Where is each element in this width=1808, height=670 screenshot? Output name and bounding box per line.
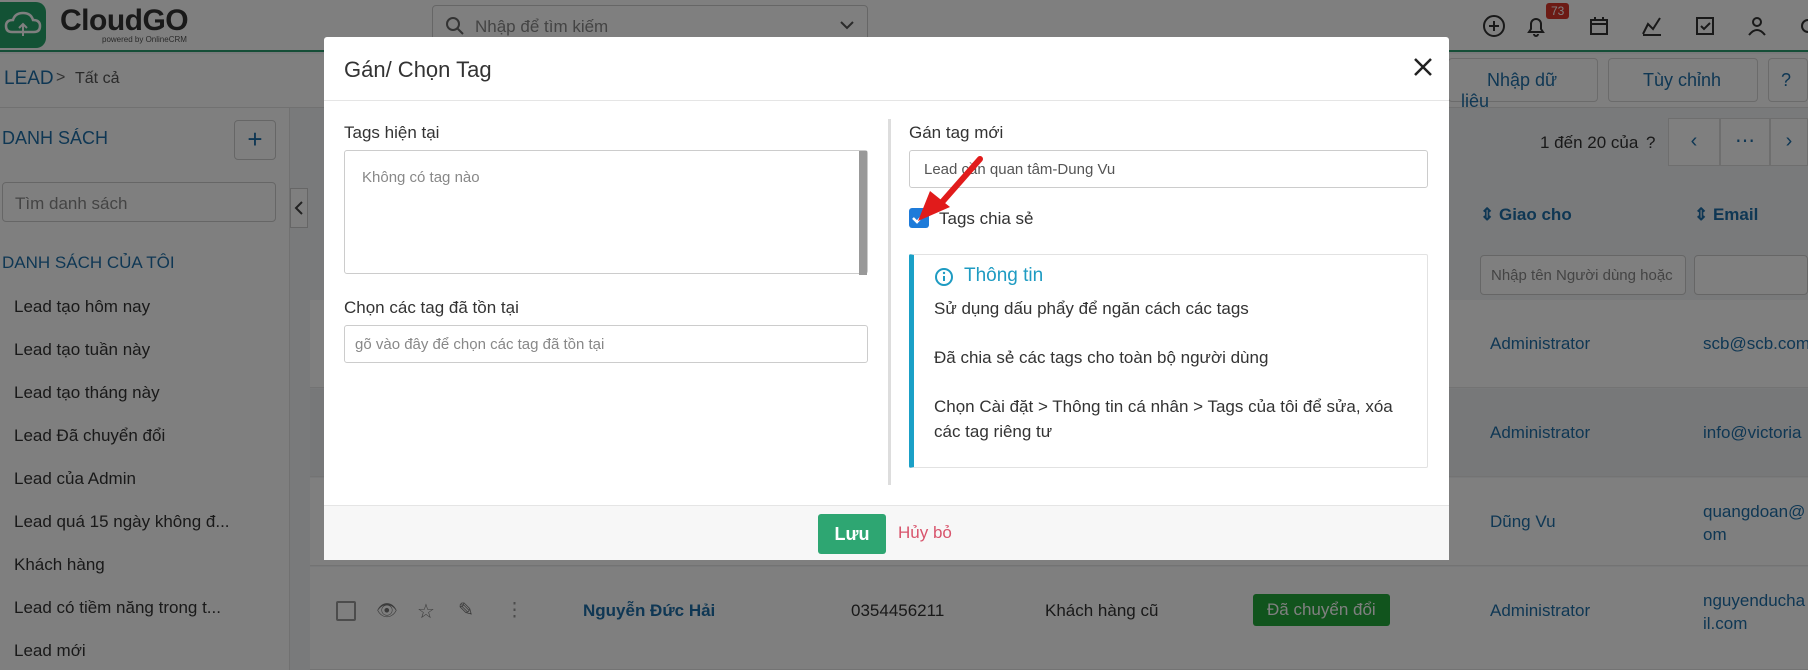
- existing-tags-label: Chọn các tag đã tồn tại: [344, 298, 519, 317]
- dialog-title: Gán/ Chọn Tag: [344, 57, 492, 82]
- assign-tag-dialog: Gán/ Chọn Tag Tags hiện tại Không có tag…: [324, 37, 1449, 560]
- info-panel: Thông tin Sử dụng dấu phẩy để ngăn cách …: [909, 254, 1428, 468]
- cancel-link[interactable]: Hủy bỏ: [898, 523, 952, 543]
- existing-tags-input[interactable]: gõ vào đây để chọn các tag đã tồn tại: [344, 325, 868, 363]
- info-title: Thông tin: [964, 265, 1044, 286]
- info-line: Đã chia sẻ các tags cho toàn bộ người dù…: [934, 348, 1269, 367]
- current-tags-box: Không có tag nào: [344, 150, 868, 275]
- info-line: Chọn Cài đặt > Thông tin cá nhân > Tags …: [934, 397, 1393, 441]
- close-icon[interactable]: [1409, 53, 1437, 81]
- annotation-arrow-icon: [918, 156, 983, 221]
- dialog-footer: Lưu Hủy bỏ: [324, 505, 1449, 560]
- new-tag-label: Gán tag mới: [909, 123, 1004, 142]
- save-button[interactable]: Lưu: [818, 514, 886, 554]
- current-tags-empty-text: Không có tag nào: [362, 169, 480, 186]
- current-tags-scrollbar[interactable]: [859, 151, 867, 275]
- current-tags-label: Tags hiện tại: [344, 123, 440, 142]
- info-icon: [935, 268, 953, 286]
- dialog-column-divider: [888, 119, 891, 485]
- dialog-header-divider: [324, 100, 1449, 101]
- info-line: Sử dụng dấu phẩy để ngăn cách các tags: [934, 299, 1249, 318]
